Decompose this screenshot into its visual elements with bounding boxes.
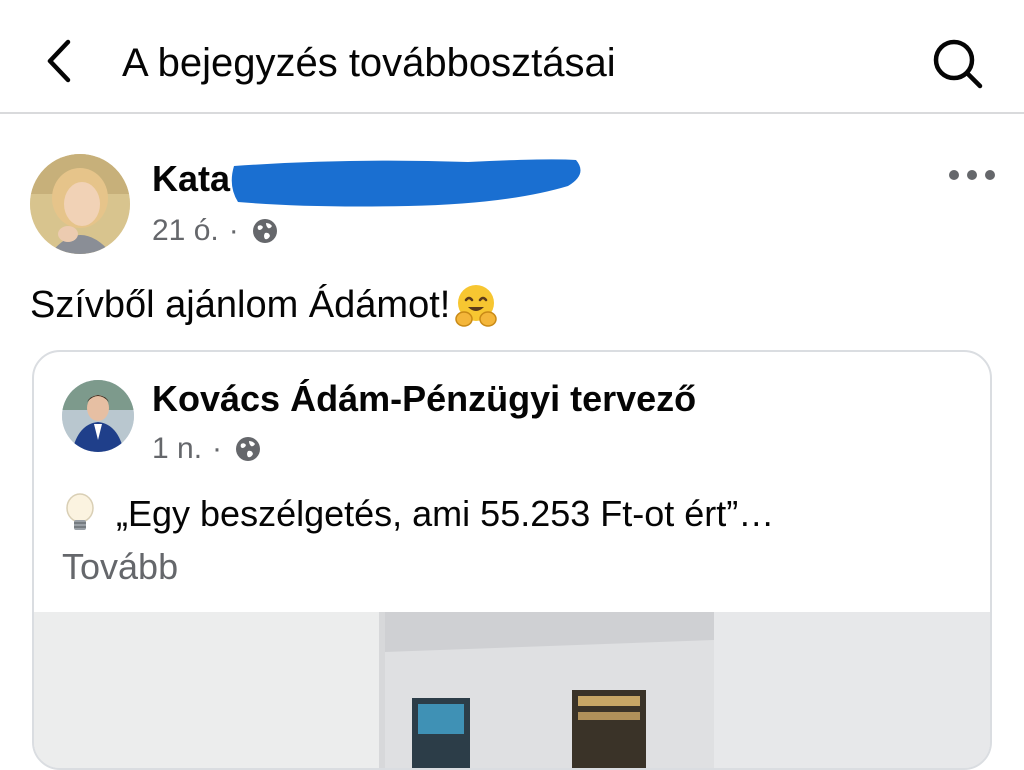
author-avatar[interactable] <box>30 154 130 254</box>
shared-post-image[interactable] <box>34 612 990 768</box>
more-options-button[interactable] <box>944 160 1000 190</box>
redaction-scribble <box>231 159 581 207</box>
shared-author-avatar[interactable] <box>62 380 134 452</box>
more-horizontal-icon <box>949 170 995 180</box>
shared-avatar-photo <box>62 380 134 452</box>
back-button[interactable] <box>34 36 84 86</box>
room-photo <box>34 612 990 768</box>
post-text: Szívből ajánlom Ádámot! <box>30 280 500 330</box>
hugging-face-icon <box>455 285 498 327</box>
globe-icon <box>252 219 277 243</box>
meta-separator: · <box>228 214 239 247</box>
globe-icon <box>236 437 261 461</box>
light-bulb-icon <box>66 493 94 530</box>
post-text-content: Szívből ajánlom Ádámot! <box>30 284 451 326</box>
shared-post-card[interactable]: Kovács Ádám-Pénzügyi tervező 1 n. · „Egy… <box>32 350 992 770</box>
page-title: A bejegyzés továbbosztásai <box>122 41 616 85</box>
search-button[interactable] <box>930 36 986 92</box>
post-meta: 21 ó. · <box>152 212 279 250</box>
avatar-photo <box>30 154 130 254</box>
shared-post-time[interactable]: 1 n. <box>152 430 202 468</box>
shared-meta-separator: · <box>212 432 223 465</box>
shared-author-name[interactable]: Kovács Ádám-Pénzügyi tervező <box>152 376 696 422</box>
shared-post-text-content: „Egy beszélgetés, ami 55.253 Ft-ot ért”… <box>116 493 775 534</box>
author-name[interactable]: Kata <box>152 156 230 202</box>
see-more-link[interactable]: Tovább <box>62 544 178 590</box>
search-icon <box>933 39 983 89</box>
shared-post-meta: 1 n. · <box>152 430 262 468</box>
shared-post-text: „Egy beszélgetés, ami 55.253 Ft-ot ért”… <box>60 490 774 538</box>
post-time[interactable]: 21 ó. <box>152 212 219 250</box>
top-bar: A bejegyzés továbbosztásai <box>0 0 1024 114</box>
chevron-left-icon <box>47 39 71 83</box>
